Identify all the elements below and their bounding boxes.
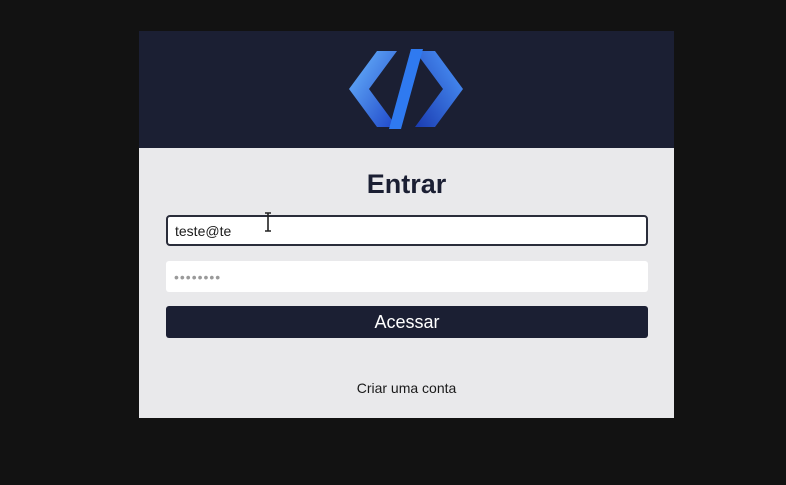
login-card: Entrar Acessar Criar uma conta <box>139 31 674 418</box>
login-button[interactable]: Acessar <box>166 306 648 338</box>
text-cursor-icon <box>265 212 271 232</box>
page-title: Entrar <box>366 169 447 199</box>
password-field[interactable] <box>166 261 648 292</box>
create-account-link[interactable]: Criar uma conta <box>139 380 674 396</box>
email-field[interactable] <box>166 215 648 246</box>
card-header <box>139 31 674 148</box>
code-brackets-logo-icon <box>349 49 463 129</box>
